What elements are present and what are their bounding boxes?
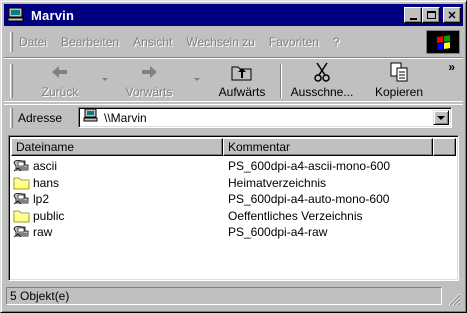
list-item-comment: Heimatverzeichnis bbox=[228, 175, 327, 190]
list-item-comment: Oeffentliches Verzeichnis bbox=[228, 208, 363, 223]
forward-dropdown-icon[interactable] bbox=[194, 78, 200, 81]
toolbar-grip[interactable] bbox=[10, 64, 13, 98]
column-headers: Dateiname Kommentar bbox=[11, 138, 456, 156]
address-input[interactable]: \\Marvin bbox=[78, 107, 452, 128]
printer-icon bbox=[13, 192, 31, 206]
minimize-button[interactable] bbox=[404, 7, 422, 23]
resize-grip-icon[interactable] bbox=[447, 292, 461, 306]
copy-button[interactable]: Kopieren bbox=[368, 62, 430, 100]
list-rows: ascii PS_600dpi-a4-ascii-mono-600hans Heim… bbox=[11, 158, 451, 241]
computer-icon bbox=[7, 7, 25, 23]
column-header-comment[interactable]: Kommentar bbox=[223, 138, 433, 156]
column-header-filler bbox=[433, 138, 456, 156]
list-item[interactable]: lp2 PS_600dpi-a4-auto-mono-600 bbox=[11, 191, 451, 208]
window-title: Marvin bbox=[31, 7, 75, 23]
explorer-window: Marvin ✕ Datei Bearbeiten Ansicht Wechse… bbox=[0, 0, 467, 313]
folder-icon bbox=[13, 209, 31, 223]
up-button[interactable]: Aufwärts bbox=[212, 62, 272, 100]
back-dropdown-icon[interactable] bbox=[102, 78, 108, 81]
up-label: Aufwärts bbox=[218, 85, 266, 99]
list-item-comment: PS_600dpi-a4-ascii-mono-600 bbox=[228, 159, 391, 174]
list-item-name: ascii bbox=[33, 159, 58, 174]
list-item-name-cell[interactable]: ascii bbox=[11, 159, 224, 173]
forward-label: Vorwärts bbox=[125, 85, 173, 99]
column-header-name[interactable]: Dateiname bbox=[11, 138, 223, 156]
list-item-name: hans bbox=[33, 175, 60, 190]
address-grip[interactable] bbox=[10, 108, 13, 128]
list-item[interactable]: raw PS_600dpi-a4-raw bbox=[11, 224, 451, 241]
copy-label: Kopieren bbox=[374, 85, 424, 99]
list-item-name: raw bbox=[33, 225, 53, 240]
network-computer-icon bbox=[83, 108, 99, 126]
maximize-icon bbox=[426, 11, 436, 19]
back-arrow-icon bbox=[30, 62, 90, 82]
forward-button[interactable]: Vorwärts bbox=[114, 62, 184, 100]
menu-favoriten[interactable]: Favoriten bbox=[269, 35, 319, 49]
more-chevron-icon[interactable]: » bbox=[448, 60, 455, 74]
toolbar-separator bbox=[280, 64, 282, 98]
address-bar: Adresse \\Marvin bbox=[4, 104, 463, 130]
windows-logo-icon bbox=[426, 30, 460, 54]
file-list[interactable]: Dateiname Kommentar ascii PS_600dpi-a4-as… bbox=[8, 135, 459, 281]
menu-bar: Datei Bearbeiten Ansicht Wechseln zu Fav… bbox=[4, 29, 463, 55]
menu-bearbeiten[interactable]: Bearbeiten bbox=[61, 35, 119, 49]
minimize-icon bbox=[409, 17, 417, 20]
copy-icon bbox=[368, 62, 430, 82]
list-item[interactable]: public Oeffentliches Verzeichnis bbox=[11, 208, 451, 225]
list-item-name: lp2 bbox=[33, 192, 50, 207]
maximize-button[interactable] bbox=[422, 7, 440, 23]
scissors-icon bbox=[287, 62, 357, 82]
list-item-comment: PS_600dpi-a4-raw bbox=[228, 225, 328, 240]
list-item-name-cell[interactable]: lp2 bbox=[11, 192, 224, 206]
folder-icon bbox=[13, 176, 31, 190]
menu-datei[interactable]: Datei bbox=[19, 35, 47, 49]
printer-icon bbox=[13, 159, 31, 173]
toolbar: Zurück Vorwärts Aufwärts Ausschne... Kop… bbox=[4, 57, 463, 102]
chevron-down-icon bbox=[437, 115, 445, 120]
title-bar[interactable]: Marvin ✕ bbox=[4, 4, 463, 26]
list-item-comment: PS_600dpi-a4-auto-mono-600 bbox=[228, 192, 390, 207]
list-item-name-cell[interactable]: public bbox=[11, 209, 224, 223]
close-button[interactable]: ✕ bbox=[443, 7, 461, 23]
status-text: 5 Objekt(e) bbox=[6, 287, 442, 305]
status-bar: 5 Objekt(e) bbox=[4, 285, 463, 308]
back-label: Zurück bbox=[41, 85, 79, 99]
cut-label: Ausschne... bbox=[290, 85, 354, 99]
close-icon: ✕ bbox=[447, 9, 457, 22]
printer-icon bbox=[13, 225, 31, 239]
cut-button[interactable]: Ausschne... bbox=[287, 62, 357, 100]
address-value: \\Marvin bbox=[104, 110, 147, 125]
address-label: Adresse bbox=[18, 110, 63, 125]
menu-ansicht[interactable]: Ansicht bbox=[133, 35, 172, 49]
menu-wechseln-zu[interactable]: Wechseln zu bbox=[186, 35, 254, 49]
list-item[interactable]: hans Heimatverzeichnis bbox=[11, 175, 451, 192]
list-item-name: public bbox=[33, 208, 65, 223]
menu-grip[interactable] bbox=[10, 32, 13, 52]
back-button[interactable]: Zurück bbox=[30, 62, 90, 100]
list-item-name-cell[interactable]: hans bbox=[11, 176, 224, 190]
folder-up-icon bbox=[212, 62, 272, 82]
forward-arrow-icon bbox=[114, 62, 184, 82]
menu-help[interactable]: ? bbox=[333, 35, 340, 49]
list-item[interactable]: ascii PS_600dpi-a4-ascii-mono-600 bbox=[11, 158, 451, 175]
list-item-name-cell[interactable]: raw bbox=[11, 225, 224, 239]
address-dropdown-button[interactable] bbox=[433, 110, 449, 125]
